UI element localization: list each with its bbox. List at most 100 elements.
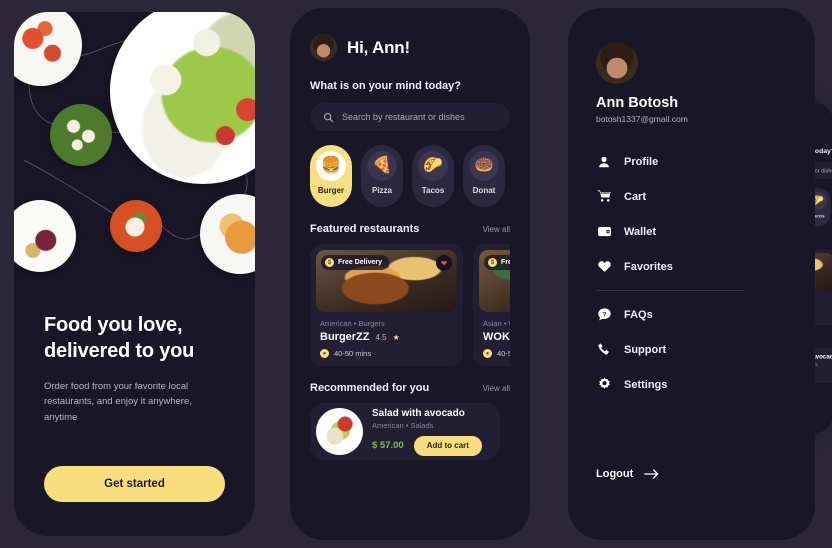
- menu-item-label: Profile: [624, 155, 659, 168]
- coin-icon: $: [488, 258, 497, 267]
- question-bubble-icon: ?: [596, 307, 612, 322]
- restaurant-time-row: ● 40-50 mins: [483, 349, 510, 358]
- user-avatar[interactable]: [310, 34, 337, 61]
- dish-card[interactable]: Salad with avocado American • Salads $ 5…: [310, 403, 500, 460]
- screenshot-stage: Food you love, delivered to you Order fo…: [0, 0, 832, 548]
- svg-text:?: ?: [602, 311, 606, 318]
- profile-avatar[interactable]: [596, 42, 638, 84]
- onboarding-copy: Food you love, delivered to you Order fo…: [14, 312, 255, 425]
- restaurant-meta: American • Burgers BurgerZZ 4.5 ★ ● 40-5…: [316, 312, 457, 358]
- add-to-cart-button[interactable]: Add to cart: [413, 435, 482, 456]
- food-photo-green-salad: [50, 104, 112, 166]
- home-prompt: What is on your mind today?: [310, 80, 461, 92]
- menu-item-settings[interactable]: Settings: [596, 367, 744, 402]
- donut-icon: 🍩: [469, 151, 499, 181]
- menu-item-label: Favorites: [624, 260, 673, 273]
- restaurant-name-row: WOK lover 4.7 ★: [483, 331, 510, 343]
- category-label: Donat: [472, 186, 496, 195]
- recommended-view-all-link[interactable]: View all: [483, 384, 510, 393]
- category-chip-burger[interactable]: 🍔 Burger: [310, 145, 352, 207]
- menu-item-faqs[interactable]: ? FAQs: [596, 297, 744, 332]
- arrow-right-icon: [644, 469, 659, 479]
- featured-title: Featured restaurants: [310, 223, 420, 235]
- category-label: Pizza: [371, 186, 392, 195]
- greeting-text: Hi, Ann!: [347, 37, 410, 57]
- phone-icon: [596, 342, 612, 357]
- onboarding-subtitle: Order food from your favorite local rest…: [44, 380, 192, 423]
- dish-name: Salad with avocado: [372, 407, 465, 419]
- wallet-icon: [596, 224, 612, 239]
- home-content: Hi, Ann! What is on your mind today? 🍔 B…: [290, 8, 530, 540]
- category-label: Tacos: [421, 186, 445, 195]
- search-input[interactable]: [342, 112, 497, 122]
- get-started-button[interactable]: Get started: [44, 466, 225, 502]
- restaurant-card[interactable]: $ Free Delivery Asian • WOK WOK lover 4.…: [473, 244, 510, 366]
- onboarding-title: Food you love, delivered to you: [44, 312, 225, 365]
- category-chip-pizza[interactable]: 🍕 Pizza: [361, 145, 403, 207]
- food-photo-soup: [110, 200, 162, 252]
- menu-item-support[interactable]: Support: [596, 332, 744, 367]
- onboarding-title-line-1: Food you love,: [44, 314, 183, 336]
- hero-food-collage: [14, 12, 255, 302]
- menu-item-wallet[interactable]: Wallet: [596, 214, 744, 249]
- featured-section-header: Featured restaurants View all: [310, 223, 510, 235]
- menu-item-cart[interactable]: Cart: [596, 179, 744, 214]
- clock-icon: ●: [320, 349, 329, 358]
- restaurant-name-row: BurgerZZ 4.5 ★: [320, 331, 453, 343]
- recommended-rail[interactable]: Salad with avocado American • Salads $ 5…: [310, 403, 510, 460]
- category-chip-donat[interactable]: 🍩 Donat: [463, 145, 505, 207]
- category-label: Burger: [317, 186, 345, 195]
- greeting-row: Hi, Ann!: [310, 34, 510, 61]
- free-delivery-badge: $ Free Delivery: [484, 255, 510, 270]
- profile-name: Ann Botosh: [596, 95, 679, 111]
- category-chips: 🍔 Burger 🍕 Pizza 🌮 Tacos 🍩 Donat: [310, 145, 510, 207]
- coin-icon: $: [325, 258, 334, 267]
- menu-content: Ann Botosh botosh1337@gmail.com Profile: [568, 8, 815, 540]
- menu-item-label: Wallet: [624, 225, 656, 238]
- dish-price: $ 57.00: [372, 440, 404, 451]
- recommended-section-header: Recommended for you View all: [310, 382, 510, 394]
- restaurant-card[interactable]: $ Free Delivery ❤ American • Burgers Bur…: [310, 244, 463, 366]
- menu-item-label: Settings: [624, 378, 668, 391]
- search-icon: [323, 112, 334, 122]
- category-chip-tacos[interactable]: 🌮 Tacos: [412, 145, 454, 207]
- burger-icon: 🍔: [316, 151, 346, 181]
- menu-divider: [596, 290, 744, 291]
- star-icon: ★: [392, 332, 400, 342]
- restaurant-delivery-time: 40-50 mins: [497, 349, 510, 358]
- clock-icon: ●: [483, 349, 492, 358]
- restaurant-meta: Asian • WOK WOK lover 4.7 ★ ● 40-50 mins: [479, 312, 510, 358]
- person-icon: [596, 155, 612, 169]
- onboarding-title-line-2: delivered to you: [44, 340, 195, 363]
- restaurant-category: Asian • WOK: [483, 319, 510, 328]
- menu-list: Profile Cart Wallet Favorites ? FAQs Sup…: [596, 144, 744, 402]
- restaurant-delivery-time: 40-50 mins: [334, 349, 372, 358]
- home-screen: Hi, Ann! What is on your mind today? 🍔 B…: [290, 8, 530, 540]
- logout-label: Logout: [596, 468, 634, 480]
- restaurant-time-row: ● 40-50 mins: [320, 349, 453, 358]
- restaurant-name: BurgerZZ: [320, 331, 370, 343]
- search-bar[interactable]: [310, 103, 510, 131]
- menu-item-favorites[interactable]: Favorites: [596, 249, 744, 284]
- favorite-heart-icon[interactable]: ❤: [436, 255, 452, 271]
- dish-category: American • Salads: [372, 420, 434, 430]
- heart-icon: [596, 259, 612, 274]
- dish-body: Salad with avocado American • Salads $ 5…: [372, 408, 491, 456]
- pizza-icon: 🍕: [367, 151, 397, 181]
- gear-icon: [596, 377, 612, 392]
- dish-thumbnail: [316, 408, 363, 455]
- recommended-title: Recommended for you: [310, 382, 430, 394]
- restaurant-thumbnail: $ Free Delivery ❤: [316, 250, 457, 312]
- featured-rail[interactable]: $ Free Delivery ❤ American • Burgers Bur…: [310, 244, 510, 366]
- restaurant-category: American • Burgers: [320, 319, 385, 328]
- restaurant-thumbnail: $ Free Delivery: [479, 250, 510, 312]
- featured-view-all-link[interactable]: View all: [483, 225, 510, 234]
- profile-email: botosh1337@gmail.com: [596, 114, 688, 124]
- dish-price-row: $ 57.00 Add to cart: [372, 435, 491, 456]
- free-delivery-label: Free Delivery: [501, 259, 510, 266]
- logout-button[interactable]: Logout: [596, 468, 660, 480]
- menu-item-profile[interactable]: Profile: [596, 144, 744, 179]
- account-menu-screen: Ann Botosh botosh1337@gmail.com Profile: [568, 8, 815, 540]
- menu-item-label: FAQs: [624, 308, 653, 321]
- restaurant-name: WOK lover: [483, 331, 510, 343]
